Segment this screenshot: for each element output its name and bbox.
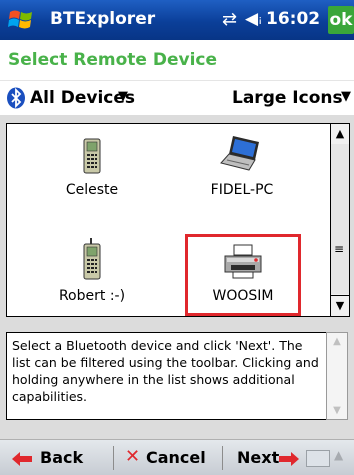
device-item[interactable]: Robert :-) — [32, 238, 152, 304]
chevron-down-icon[interactable]: ▼ — [118, 89, 128, 104]
toolbar: All Devices ▼ Large Icons ▼ — [0, 81, 354, 115]
scroll-down-arrow-icon[interactable]: ▼ — [327, 405, 347, 416]
back-arrow-icon — [12, 452, 32, 466]
help-text-box: Select a Bluetooth device and click 'Nex… — [6, 332, 327, 420]
cancel-x-icon: ✕ — [125, 446, 141, 467]
chevron-down-icon[interactable]: ▼ — [341, 89, 351, 104]
device-name: Celeste — [65, 182, 119, 198]
phone-icon — [83, 238, 101, 280]
volume-icon[interactable]: ◀ꜟ — [245, 9, 262, 29]
grip-icon: ≡ — [334, 242, 345, 256]
page-heading: Select Remote Device — [0, 40, 354, 81]
title-bar: BTExplorer ⇄ ◀ꜟ 16:02 ok — [0, 0, 354, 40]
next-button[interactable]: Next — [237, 448, 279, 467]
help-scrollbar[interactable]: ▲ ▼ — [326, 332, 348, 420]
next-arrow-icon — [279, 452, 299, 466]
separator — [222, 446, 223, 470]
page-title: Select Remote Device — [8, 50, 217, 70]
content-panel: Celeste FIDEL-PC Robert :-) WOOSIM ▲ ≡ ▼… — [0, 115, 354, 439]
scroll-up-arrow-icon[interactable]: ▲ — [327, 336, 347, 347]
cancel-button[interactable]: Cancel — [146, 448, 206, 467]
ok-button[interactable]: ok — [328, 6, 354, 34]
connectivity-icon[interactable]: ⇄ — [222, 9, 237, 30]
list-scrollbar[interactable]: ▲ ≡ ▼ — [330, 124, 349, 316]
device-name: Robert :-) — [58, 288, 126, 304]
selection-highlight — [185, 234, 301, 316]
device-name: FIDEL-PC — [210, 182, 274, 198]
scrollbar-thumb[interactable] — [331, 144, 349, 294]
back-button[interactable]: Back — [40, 448, 83, 467]
device-item[interactable]: FIDEL-PC — [182, 134, 302, 198]
scroll-up-arrow-icon[interactable]: ▲ — [331, 124, 349, 145]
phone-icon — [83, 138, 101, 174]
device-item[interactable]: Celeste — [32, 138, 152, 198]
scroll-down-arrow-icon[interactable]: ▼ — [331, 295, 349, 316]
separator — [113, 446, 114, 470]
view-mode-dropdown[interactable]: Large Icons — [232, 88, 343, 108]
laptop-icon — [220, 136, 259, 171]
soft-key-bar: Back ✕ Cancel Next ▲ — [0, 439, 354, 475]
input-menu-arrow-icon[interactable]: ▲ — [334, 448, 343, 462]
clock[interactable]: 16:02 — [266, 9, 320, 29]
keyboard-icon[interactable] — [306, 450, 330, 467]
help-text: Select a Bluetooth device and click 'Nex… — [12, 338, 319, 404]
app-title: BTExplorer — [50, 9, 156, 29]
device-list[interactable]: Celeste FIDEL-PC Robert :-) WOOSIM ▲ ≡ ▼ — [6, 123, 350, 317]
windows-start-icon[interactable] — [8, 8, 34, 32]
bluetooth-icon — [7, 87, 25, 109]
